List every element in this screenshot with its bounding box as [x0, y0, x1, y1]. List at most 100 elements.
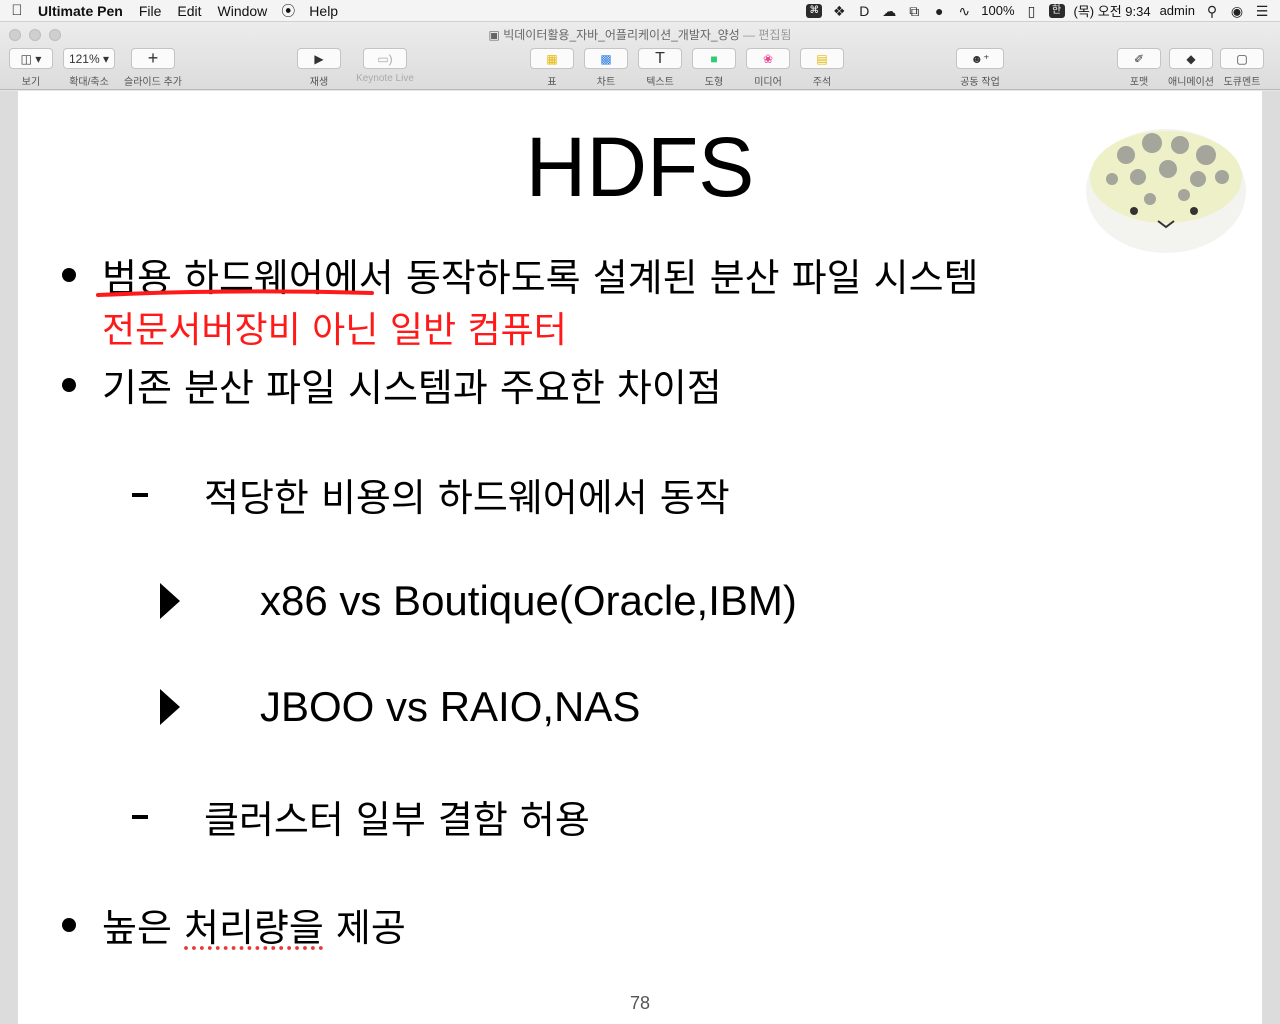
bullet-dot [62, 917, 76, 932]
media-button[interactable]: ❀ [746, 48, 790, 69]
menu-app-name[interactable]: Ultimate Pen [34, 3, 131, 19]
battery-icon[interactable]: ▯ [1024, 4, 1040, 18]
add-slide-label: 슬라이드 추가 [124, 77, 182, 88]
media-group: ❀ 미디어 [745, 48, 791, 88]
battery-percent: 100% [981, 3, 1015, 18]
menu-file[interactable]: File [131, 3, 170, 19]
d-app-icon[interactable]: D [856, 4, 872, 18]
document-button[interactable]: ▢ [1220, 48, 1264, 69]
sub-sub-bullet-2-text[interactable]: JBOO vs RAIO,NAS [260, 683, 640, 731]
chart-button[interactable]: ▩ [584, 48, 628, 69]
notification-badge-icon[interactable]: ● [931, 4, 947, 18]
document-group: ▢ 도큐멘트 [1220, 48, 1264, 88]
user-name[interactable]: admin [1160, 3, 1195, 18]
slide-title[interactable]: HDFS [18, 119, 1262, 216]
dropbox-icon[interactable]: ❖ [831, 4, 847, 18]
animate-label: 애니메이션 [1168, 77, 1214, 88]
zoom-group: 121% ▾ 확대/축소 [62, 48, 116, 88]
text-icon: T [655, 49, 665, 67]
siri-icon[interactable]: ◉ [1229, 4, 1245, 18]
sub-sub-bullet-1[interactable]: x86 vs Boutique(Oracle,IBM) [160, 577, 797, 625]
keynote-live-group: ▭) Keynote Live [350, 48, 420, 84]
menu-edit[interactable]: Edit [169, 3, 209, 19]
play-icon: ▶ [314, 51, 324, 66]
handwritten-annotation[interactable]: 전문서버장비 아닌 일반 컴퓨터 [102, 301, 567, 353]
keynote-live-label: Keynote Live [356, 73, 414, 84]
collaborate-label: 공동 작업 [960, 77, 1000, 88]
comment-button[interactable]: ▤ [800, 48, 844, 69]
photos-icon: ❀ [762, 51, 774, 66]
shape-group: ■ 도형 [691, 48, 737, 88]
format-button[interactable]: ✐ [1117, 48, 1161, 69]
chart-group: ▩ 차트 [583, 48, 629, 88]
red-underline-annotation [96, 289, 374, 297]
bullet-dot [62, 377, 76, 392]
sub-bullet-2-text[interactable]: 클러스터 일부 결함 허용 [204, 789, 590, 844]
zoom-value: 121% [68, 51, 100, 66]
document-title-text: 빅데이터활용_자바_어플리케이션_개발자_양성 [503, 28, 740, 42]
bullet-3-text[interactable]: 높은 처리량을 제공 [102, 897, 406, 952]
keynote-toolbar: ▣ 빅데이터활용_자바_어플리케이션_개발자_양성 — 편집됨 ◫ ▾ 보기 1… [0, 22, 1280, 90]
pufferfish-image[interactable] [1082, 115, 1248, 255]
triangle-marker [160, 583, 180, 619]
document-title: ▣ 빅데이터활용_자바_어플리케이션_개발자_양성 — 편집됨 [0, 26, 1280, 43]
notification-center-icon[interactable]: ☰ [1254, 4, 1270, 18]
menu-window[interactable]: Window [210, 3, 276, 19]
slide-canvas[interactable]: HDFS 범용 하드웨어에서 동작하도록 설계된 분산 파일 시스템 전문서버장… [0, 91, 1280, 1024]
chevron-down-icon: ▾ [103, 51, 110, 66]
screens-icon[interactable]: ⧉ [906, 4, 922, 18]
paintbrush-icon: ✐ [1133, 51, 1145, 66]
table-icon: ▦ [546, 51, 558, 66]
menu-bar:  Ultimate Pen File Edit Window ⦿ Help ⌘… [0, 0, 1280, 22]
zoom-label: 확대/축소 [69, 77, 109, 88]
input-method-icon[interactable]: 한 [1048, 3, 1065, 18]
sub-bullet-1[interactable]: 적당한 비용의 하드웨어에서 동작 [132, 467, 730, 522]
edited-status[interactable]: — 편집됨 [743, 28, 791, 42]
command-icon[interactable]: ⌘ [806, 3, 823, 18]
animate-button[interactable]: ◆ [1169, 48, 1213, 69]
chart-label: 차트 [596, 77, 616, 88]
bullet-3[interactable]: 높은 처리량을 제공 [62, 897, 406, 952]
keynote-live-button[interactable]: ▭) [363, 48, 407, 69]
view-group: ◫ ▾ 보기 [8, 48, 54, 88]
broadcast-icon: ▭) [377, 51, 393, 66]
spellcheck-word[interactable]: 처리량을 [184, 906, 324, 950]
triangle-marker [160, 689, 180, 725]
bullet-dot [62, 267, 76, 282]
collaborate-button[interactable]: ☻⁺ [956, 48, 1004, 69]
script-icon[interactable]: ⦿ [275, 1, 301, 21]
slide-page-number: 78 [629, 993, 651, 1013]
diamond-icon: ◆ [1186, 51, 1196, 66]
bullet-2-text[interactable]: 기존 분산 파일 시스템과 주요한 차이점 [102, 357, 722, 412]
sub-sub-bullet-1-text[interactable]: x86 vs Boutique(Oracle,IBM) [260, 577, 797, 625]
menu-help[interactable]: Help [301, 3, 346, 19]
sub-bullet-1-text[interactable]: 적당한 비용의 하드웨어에서 동작 [204, 467, 730, 522]
bullet-3-text-c: 제공 [323, 906, 406, 950]
sub-sub-bullet-2[interactable]: JBOO vs RAIO,NAS [160, 683, 640, 731]
sidebar-icon: ◫ ▾ [20, 51, 42, 66]
clock[interactable]: (목) 오전 9:34 [1074, 1, 1151, 20]
comment-label: 주석 [812, 77, 832, 88]
sub-bullet-2[interactable]: 클러스터 일부 결함 허용 [132, 789, 590, 844]
play-group: ▶ 재생 [296, 48, 342, 88]
slide[interactable]: HDFS 범용 하드웨어에서 동작하도록 설계된 분산 파일 시스템 전문서버장… [18, 91, 1262, 1024]
wifi-icon[interactable]: ∿ [956, 4, 972, 18]
shape-button[interactable]: ■ [692, 48, 736, 69]
bullet-2[interactable]: 기존 분산 파일 시스템과 주요한 차이점 [62, 357, 722, 412]
view-label: 보기 [21, 77, 41, 88]
add-slide-group: + 슬라이드 추가 [124, 48, 182, 88]
shape-label: 도형 [704, 77, 724, 88]
table-button[interactable]: ▦ [530, 48, 574, 69]
table-label: 표 [547, 77, 557, 88]
apple-menu-icon[interactable]:  [0, 2, 34, 19]
zoom-select[interactable]: 121% ▾ [63, 48, 115, 69]
bullet-3-text-a: 높은 [102, 906, 184, 950]
comment-group: ▤ 주석 [799, 48, 845, 88]
spotlight-search-icon[interactable]: ⚲ [1204, 4, 1220, 18]
cloud-icon[interactable]: ☁ [881, 4, 897, 18]
add-slide-button[interactable]: + [131, 48, 175, 69]
play-label: 재생 [309, 77, 329, 88]
play-button[interactable]: ▶ [297, 48, 341, 69]
view-button[interactable]: ◫ ▾ [9, 48, 53, 69]
text-button[interactable]: T [638, 48, 682, 69]
